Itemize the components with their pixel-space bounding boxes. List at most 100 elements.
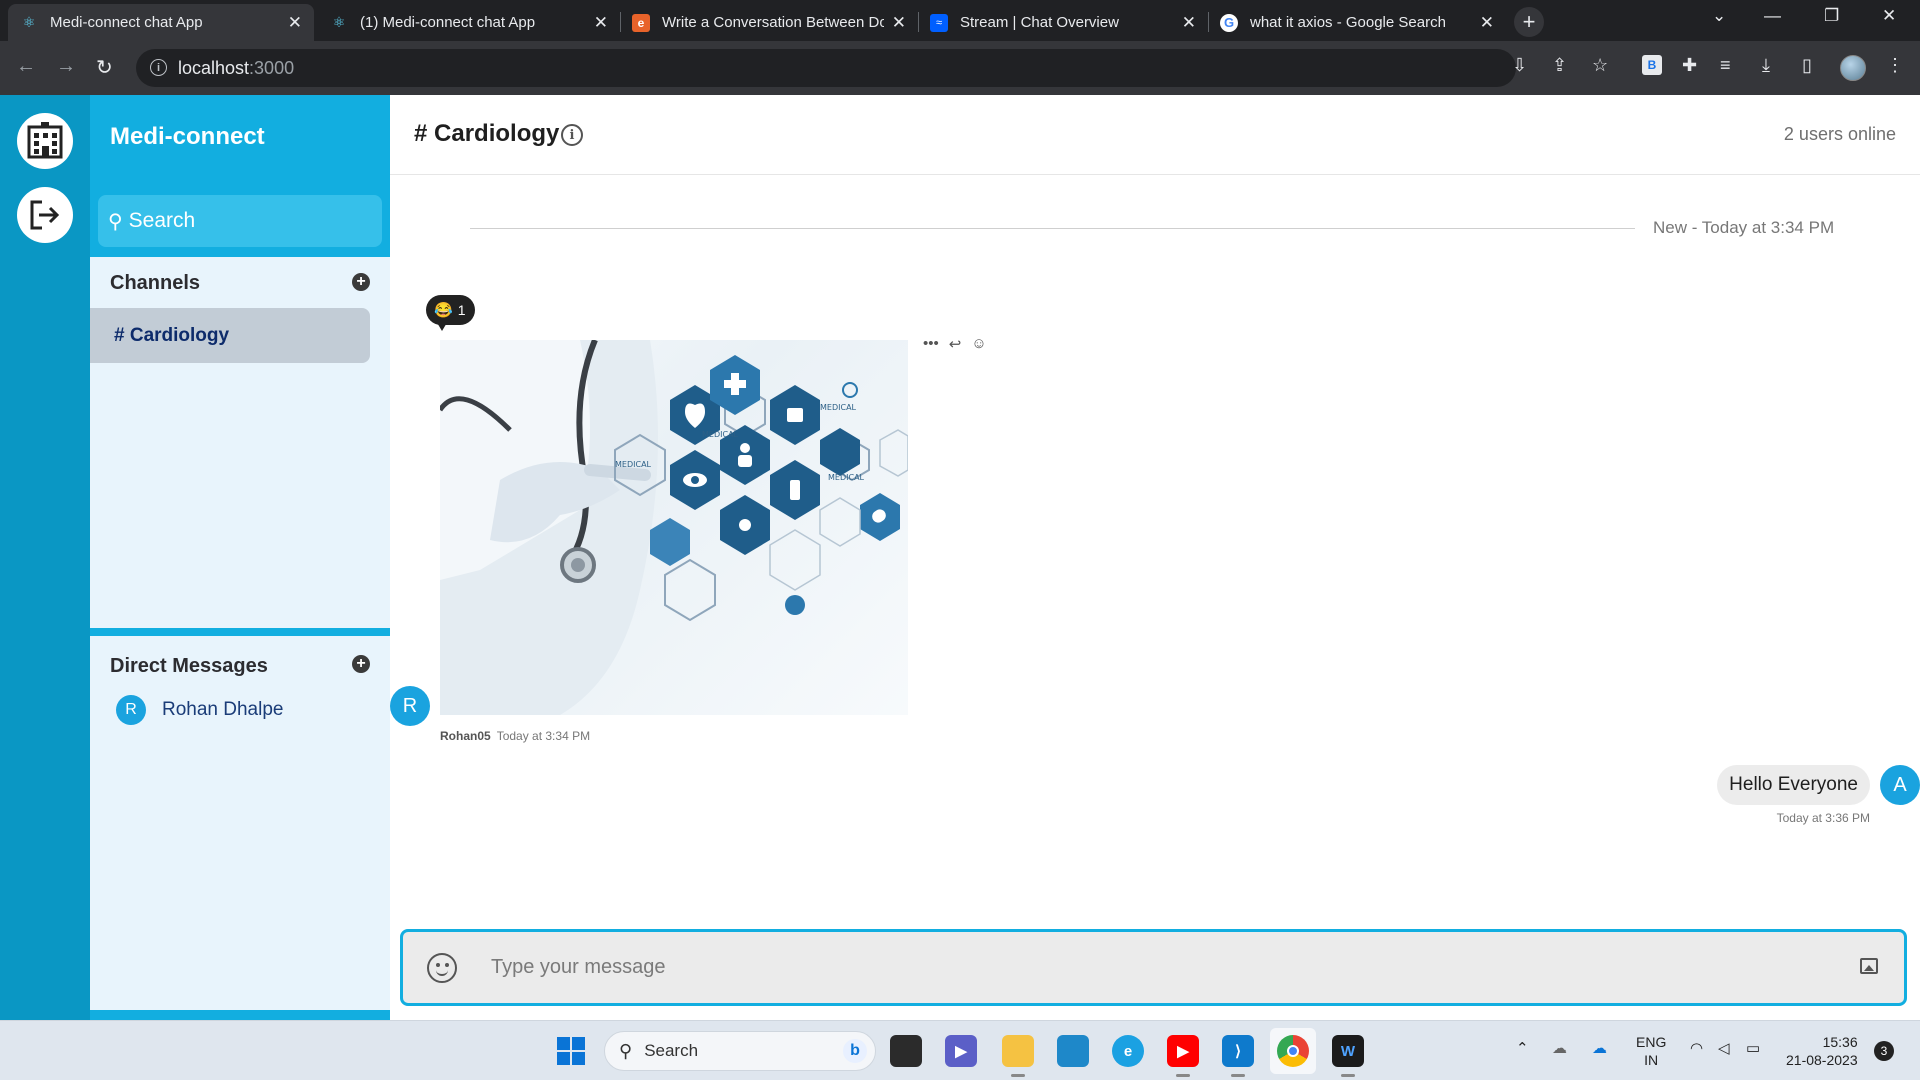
extensions-puzzle-icon[interactable]: ✚ <box>1682 55 1697 76</box>
channel-sidebar: Medi-connect ⚲ Search Channels + # Cardi… <box>90 95 390 1020</box>
message-input[interactable]: Type your message <box>491 956 666 979</box>
reply-icon[interactable]: ↩ <box>949 335 962 353</box>
sidebar-footer-bar <box>90 1010 390 1020</box>
logout-icon[interactable] <box>17 187 73 243</box>
message-timestamp: Today at 3:34 PM <box>496 729 591 743</box>
tab-search-chevron-icon[interactable]: ⌄ <box>1712 6 1726 26</box>
webex-app-icon[interactable]: W <box>1332 1035 1364 1077</box>
profile-avatar[interactable] <box>1840 55 1866 81</box>
tab-label: what it axios - Google Search <box>1250 14 1446 31</box>
minimize-icon[interactable]: — <box>1764 6 1781 26</box>
channel-info-icon[interactable]: i <box>561 124 583 146</box>
language-code: ENG <box>1636 1034 1667 1050</box>
file-explorer-icon[interactable] <box>1002 1035 1034 1077</box>
forward-arrow-icon[interactable]: → <box>56 55 76 78</box>
media-queue-icon[interactable]: ≡ <box>1720 55 1731 76</box>
direct-messages-title: Direct Messages <box>110 655 268 677</box>
close-window-icon[interactable]: ✕ <box>1882 6 1896 26</box>
message-author: Rohan05 <box>440 729 491 743</box>
image-label: MEDICAL <box>820 403 857 412</box>
message-image-attachment[interactable]: MEDICAL MEDICAL MEDICAL MEDICAL <box>440 340 908 715</box>
restore-icon[interactable]: ❐ <box>1824 6 1839 26</box>
image-label: MEDICAL <box>702 430 739 439</box>
show-hidden-icons-chevron-icon[interactable]: ⌃ <box>1516 1039 1529 1057</box>
medical-hexagon-illustration: MEDICAL MEDICAL MEDICAL MEDICAL <box>440 340 908 715</box>
url-bar[interactable]: i localhost:3000 <box>136 49 1516 87</box>
users-online-count: 2 users online <box>1783 124 1896 144</box>
vscode-icon[interactable]: ⟩ <box>1222 1035 1254 1077</box>
browser-tab[interactable]: ≈ Stream | Chat Overview ✕ <box>918 4 1208 41</box>
dm-item-rohan-dhalpe[interactable]: R Rohan Dhalpe <box>116 695 283 725</box>
browser-tab[interactable]: G what it axios - Google Search ✕ <box>1208 4 1506 41</box>
input-language-indicator[interactable]: ENG IN <box>1636 1033 1666 1069</box>
reaction-count: 1 <box>457 302 466 318</box>
edge-browser-icon[interactable]: e <box>1112 1035 1144 1067</box>
youtube-app-icon[interactable]: ▶ <box>1167 1035 1199 1077</box>
reaction-badge[interactable]: 😂 1 <box>426 295 476 325</box>
avatar[interactable]: A <box>1880 765 1920 805</box>
notification-count-badge[interactable]: 3 <box>1874 1041 1894 1061</box>
message-bubble[interactable]: Hello Everyone <box>1717 765 1870 805</box>
react-favicon-icon: ⚛ <box>332 14 346 30</box>
channel-title: # Cardiology <box>414 120 560 147</box>
icon-rail <box>0 95 90 1020</box>
browser-tab[interactable]: ⚛ (1) Medi-connect chat App ✕ <box>318 4 620 41</box>
site-info-icon[interactable]: i <box>150 59 167 76</box>
extension-b-icon[interactable]: B <box>1642 55 1662 75</box>
search-placeholder: Search <box>128 209 196 232</box>
new-tab-button[interactable]: + <box>1514 7 1544 37</box>
side-panel-icon[interactable]: ▯ <box>1802 55 1812 76</box>
bing-icon[interactable]: b <box>843 1039 867 1063</box>
remote-desktop-icon[interactable] <box>1057 1035 1089 1067</box>
message-composer[interactable]: Type your message <box>400 929 1907 1006</box>
search-input[interactable]: ⚲ Search <box>98 195 382 247</box>
taskbar-search[interactable]: ⚲ Search b <box>604 1031 876 1071</box>
more-options-icon[interactable]: ••• <box>923 335 939 353</box>
close-tab-icon[interactable]: ✕ <box>1480 13 1494 33</box>
taskbar-search-label: Search <box>644 1041 699 1060</box>
sidebar-item-cardiology[interactable]: # Cardiology <box>90 308 370 363</box>
browser-tab[interactable]: e Write a Conversation Between Do ✕ <box>620 4 918 41</box>
search-icon: ⚲ <box>619 1040 633 1061</box>
volume-icon[interactable]: ◁ <box>1718 1039 1730 1057</box>
tab-label: Stream | Chat Overview <box>960 14 1119 31</box>
blogger-favicon-icon: e <box>632 13 650 32</box>
downloads-icon[interactable]: ⤓ <box>1762 55 1770 76</box>
add-direct-message-button[interactable]: + <box>352 655 370 673</box>
attach-image-icon[interactable] <box>1860 958 1878 974</box>
install-app-icon[interactable]: ⇩ <box>1512 55 1527 76</box>
chat-main: # Cardiology i 2 users online New - Toda… <box>390 95 1920 1020</box>
system-clock[interactable]: 15:36 21-08-2023 <box>1786 1033 1858 1069</box>
dm-name: Rohan Dhalpe <box>162 699 284 720</box>
teams-chat-icon[interactable]: ▶ <box>945 1035 977 1067</box>
add-reaction-icon[interactable]: ☺ <box>971 335 986 353</box>
battery-icon[interactable]: ▭ <box>1746 1039 1760 1057</box>
tab-label: Write a Conversation Between Do <box>662 14 884 31</box>
onedrive-business-icon[interactable]: ☁ <box>1592 1039 1607 1057</box>
hospital-icon[interactable] <box>17 113 73 169</box>
close-tab-icon[interactable]: ✕ <box>1182 13 1196 33</box>
emoji-picker-icon[interactable] <box>427 953 457 983</box>
chrome-browser-icon[interactable] <box>1277 1035 1309 1067</box>
bookmark-star-icon[interactable]: ☆ <box>1592 55 1608 76</box>
stream-favicon-icon: ≈ <box>930 13 948 32</box>
windows-start-icon[interactable] <box>557 1037 585 1065</box>
tab-label: Medi-connect chat App <box>50 14 203 31</box>
onedrive-personal-icon[interactable]: ☁ <box>1552 1039 1567 1057</box>
sidebar-header: Medi-connect ⚲ Search <box>90 95 390 257</box>
message-timestamp: Today at 3:36 PM <box>1776 811 1870 825</box>
share-icon[interactable]: ⇪ <box>1552 55 1567 76</box>
terminal-app-icon[interactable] <box>890 1035 922 1067</box>
close-tab-icon[interactable]: ✕ <box>594 13 608 33</box>
wifi-icon[interactable]: ◠ <box>1690 1039 1703 1057</box>
close-tab-icon[interactable]: ✕ <box>892 13 906 33</box>
tab-label: (1) Medi-connect chat App <box>360 14 536 31</box>
close-tab-icon[interactable]: ✕ <box>288 13 302 33</box>
date-separator-line <box>470 228 1635 229</box>
browser-menu-icon[interactable]: ⋮ <box>1886 55 1904 76</box>
reload-icon[interactable]: ↻ <box>96 55 113 80</box>
avatar[interactable]: R <box>390 686 430 726</box>
browser-tab-active[interactable]: ⚛ Medi-connect chat App ✕ <box>8 4 314 41</box>
back-arrow-icon[interactable]: ← <box>16 55 36 78</box>
add-channel-button[interactable]: + <box>352 273 370 291</box>
